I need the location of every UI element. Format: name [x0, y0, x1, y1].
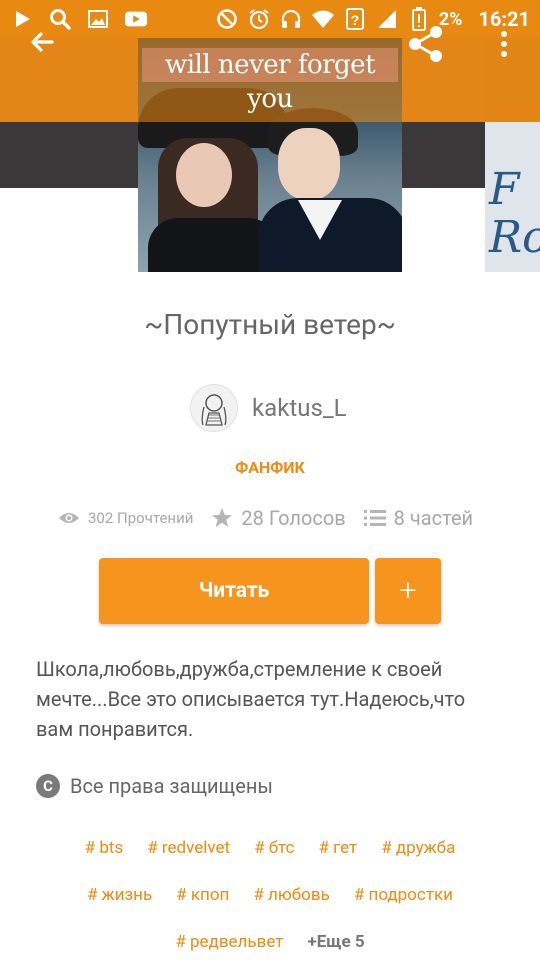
- tag[interactable]: # гет: [318, 838, 357, 858]
- reads-count: 302 Прочтений: [88, 509, 194, 527]
- block-icon: [215, 7, 239, 31]
- headset-icon: [279, 7, 303, 31]
- votes-count: 28 Голосов: [241, 506, 346, 530]
- svg-text:?: ?: [351, 12, 360, 28]
- parts-count: 8 частей: [393, 506, 474, 530]
- list-icon: [363, 510, 386, 526]
- reads-stat: 302 Прочтений: [58, 509, 193, 527]
- genre-label[interactable]: ФАНФИК: [0, 458, 540, 477]
- share-icon: [409, 26, 442, 62]
- signal-question-icon: ?: [343, 7, 367, 31]
- tag[interactable]: # redvelvet: [147, 838, 230, 858]
- eye-icon: [59, 513, 79, 523]
- more-vert-icon: [501, 31, 507, 57]
- status-bar: ? 2% 16:21: [0, 0, 540, 38]
- alarm-icon: [247, 7, 271, 31]
- story-stats: 302 Прочтений 28 Голосов 8 частей: [58, 506, 491, 530]
- tag[interactable]: # любовь: [253, 885, 329, 905]
- share-button[interactable]: [404, 22, 448, 66]
- peek-cover-text: F Ro: [489, 164, 540, 263]
- youtube-icon: [124, 7, 148, 31]
- story-title: ~Попутный ветер~: [144, 308, 396, 341]
- tag[interactable]: # бтс: [254, 838, 294, 858]
- tags-row-1: # bts # redvelvet # бтс # гет # дружба: [0, 838, 540, 858]
- signal-icon: [375, 7, 399, 31]
- story-description: Школа,любовь,дружба,стремление к своей м…: [36, 657, 466, 741]
- read-button[interactable]: Читать: [99, 558, 369, 624]
- avatar: [190, 384, 238, 432]
- tag[interactable]: # редвельвет: [175, 932, 283, 952]
- copyright-text: Все права защищены: [70, 774, 273, 798]
- tag[interactable]: # жизнь: [87, 885, 152, 905]
- copyright-icon: C: [36, 774, 60, 798]
- tag[interactable]: # кпоп: [176, 885, 229, 905]
- arrow-back-icon: [31, 32, 54, 52]
- plus-icon: +: [399, 573, 417, 608]
- back-button[interactable]: [22, 22, 62, 62]
- image-icon: [86, 7, 110, 31]
- add-to-library-button[interactable]: +: [375, 558, 441, 624]
- author-name: kaktus_L: [252, 394, 347, 422]
- copyright-info: C Все права защищены: [36, 774, 273, 798]
- tag[interactable]: # bts: [85, 838, 124, 858]
- tags-row-2: # жизнь # кпоп # любовь # подростки: [0, 885, 540, 905]
- wifi-icon: [311, 7, 335, 31]
- more-options-button[interactable]: [488, 22, 520, 66]
- more-tags-button[interactable]: +Еще 5: [307, 932, 364, 952]
- author-link[interactable]: kaktus_L: [190, 384, 347, 432]
- tag[interactable]: # подростки: [354, 885, 453, 905]
- tag[interactable]: # дружба: [381, 838, 455, 858]
- tags-row-3: # редвельвет +Еще 5: [0, 932, 540, 952]
- star-icon: [212, 508, 233, 527]
- parts-stat: 8 частей: [363, 506, 474, 530]
- votes-stat: 28 Голосов: [211, 506, 346, 530]
